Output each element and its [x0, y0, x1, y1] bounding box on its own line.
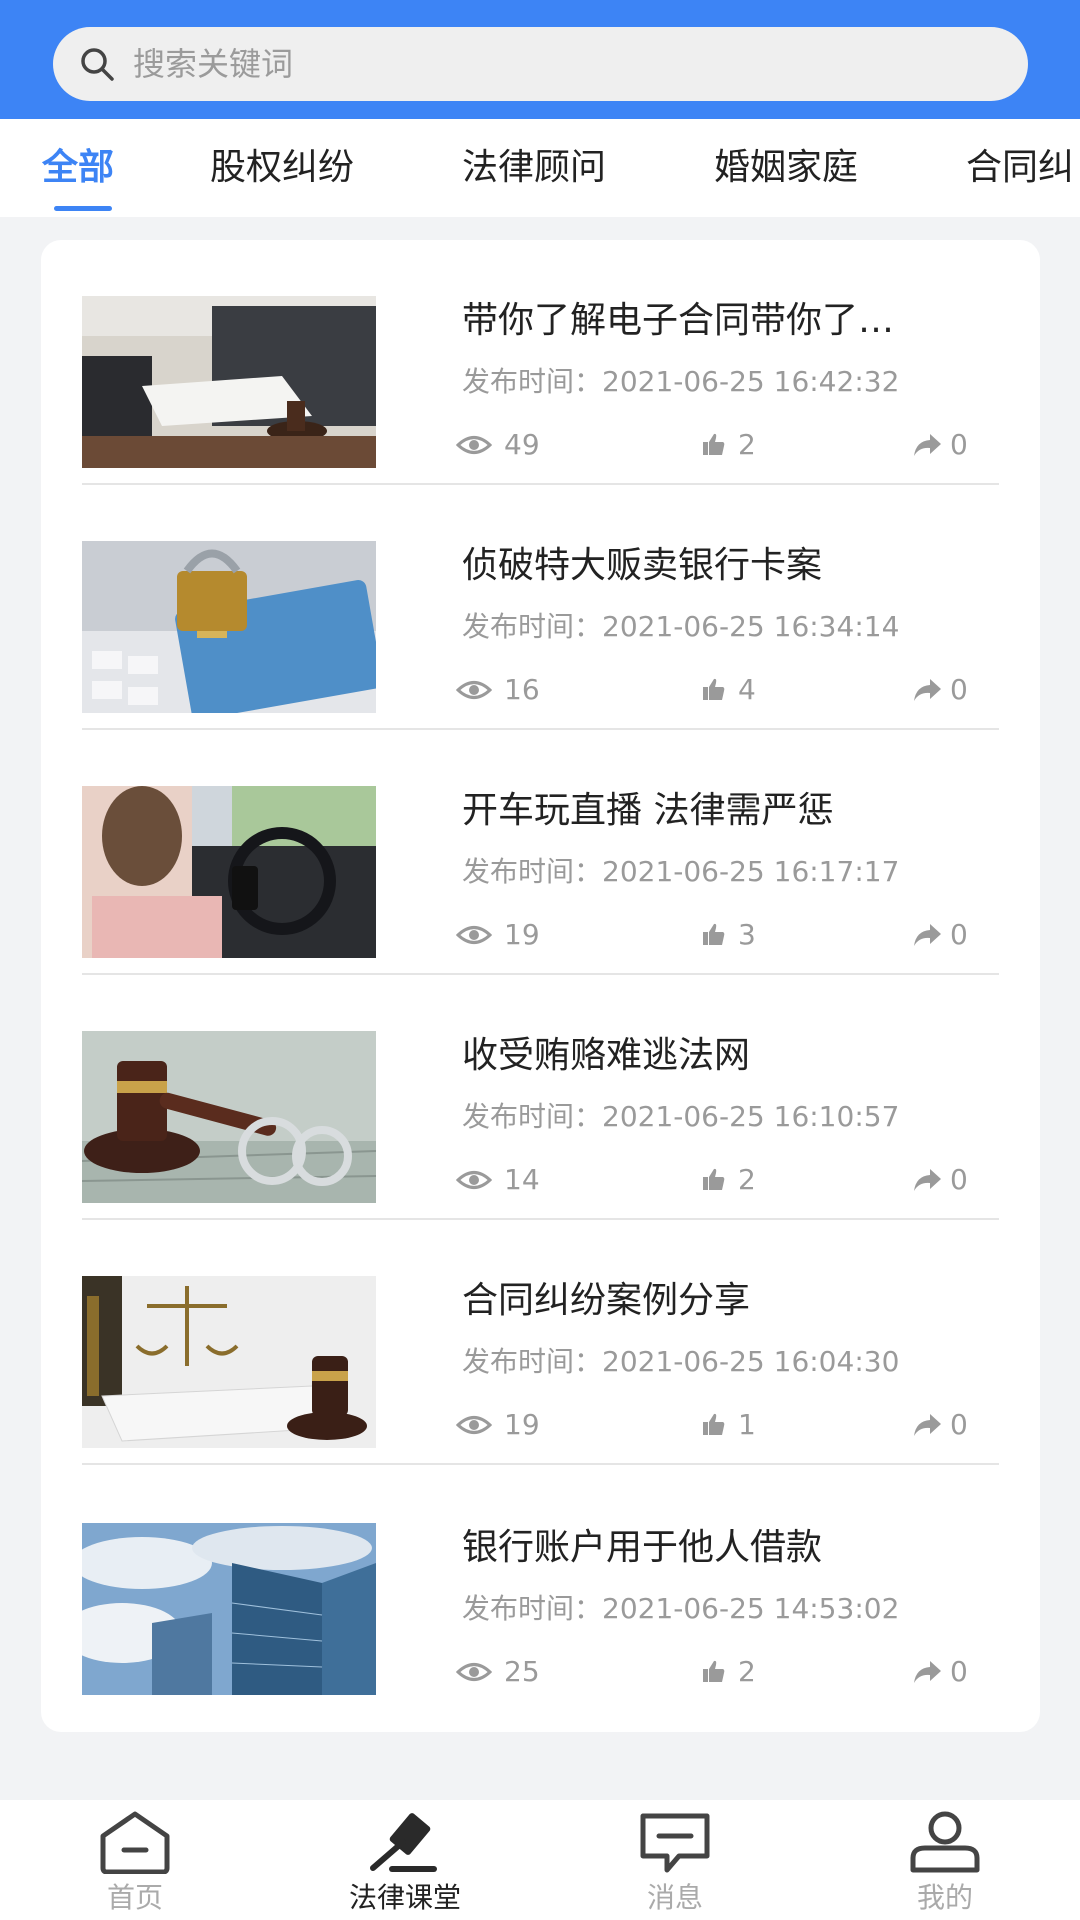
- article-title: 开车玩直播 法律需严惩: [462, 790, 834, 831]
- thumbs-up-icon: [703, 1413, 725, 1435]
- eye-icon: [456, 1171, 492, 1189]
- article-publish-time: 发布时间：2021-06-25 16:34:14: [462, 610, 900, 643]
- article-thumbnail: [82, 1031, 376, 1203]
- list-item[interactable]: 带你了解电子合同带你了… 发布时间：2021-06-25 16:42:32 49…: [82, 240, 999, 485]
- share-icon: [914, 1169, 941, 1191]
- share-icon: [914, 679, 941, 701]
- search-icon: [81, 48, 114, 81]
- top-bar: 搜索关键词: [0, 0, 1080, 119]
- article-thumbnail: [82, 786, 376, 958]
- user-icon: [910, 1811, 980, 1873]
- thumbs-up-icon: [703, 923, 725, 945]
- article-publish-time: 发布时间：2021-06-25 16:42:32: [462, 365, 900, 398]
- thumbs-up-icon: [703, 1168, 725, 1190]
- eye-icon: [456, 926, 492, 944]
- article-publish-time: 发布时间：2021-06-25 14:53:02: [462, 1592, 900, 1625]
- thumbs-up-icon: [703, 1660, 725, 1682]
- nav-home[interactable]: 首页: [0, 1800, 270, 1920]
- eye-icon: [456, 1416, 492, 1434]
- share-icon: [914, 1414, 941, 1436]
- home-icon: [100, 1811, 170, 1874]
- tab-equity-dispute[interactable]: 股权纠纷: [210, 119, 354, 217]
- divider: [82, 1463, 999, 1465]
- article-thumbnail: [82, 296, 376, 468]
- search-input[interactable]: 搜索关键词: [133, 27, 293, 101]
- article-list: 带你了解电子合同带你了… 发布时间：2021-06-25 16:42:32 49…: [41, 240, 1040, 1732]
- list-item[interactable]: 收受贿赂难逃法网 发布时间：2021-06-25 16:10:57 14 2 0: [82, 975, 999, 1220]
- category-tabs: 全部 股权纠纷 法律顾问 婚姻家庭 合同纠: [0, 119, 1080, 217]
- tab-contract-dispute[interactable]: 合同纠: [966, 119, 1074, 217]
- tab-all[interactable]: 全部: [42, 119, 114, 217]
- nav-messages[interactable]: 消息: [540, 1800, 810, 1920]
- nav-mine[interactable]: 我的: [810, 1800, 1080, 1920]
- article-publish-time: 发布时间：2021-06-25 16:10:57: [462, 1100, 900, 1133]
- bottom-nav: 首页 法律课堂 消息 我的: [0, 1800, 1080, 1920]
- article-thumbnail: [82, 1276, 376, 1448]
- list-item[interactable]: 开车玩直播 法律需严惩 发布时间：2021-06-25 16:17:17 19 …: [82, 730, 999, 975]
- article-publish-time: 发布时间：2021-06-25 16:04:30: [462, 1345, 900, 1378]
- article-thumbnail: [82, 1523, 376, 1695]
- thumbs-up-icon: [703, 678, 725, 700]
- active-tab-indicator: [54, 206, 112, 211]
- list-item[interactable]: 合同纠纷案例分享 发布时间：2021-06-25 16:04:30 19 1 0: [82, 1220, 999, 1465]
- article-publish-time: 发布时间：2021-06-25 16:17:17: [462, 855, 900, 888]
- nav-legal-class[interactable]: 法律课堂: [270, 1800, 540, 1920]
- article-title: 收受贿赂难逃法网: [462, 1035, 751, 1076]
- thumbs-up-icon: [703, 433, 725, 455]
- eye-icon: [456, 436, 492, 454]
- list-item[interactable]: 银行账户用于他人借款 发布时间：2021-06-25 14:53:02 25 2…: [82, 1467, 999, 1712]
- share-icon: [914, 1661, 941, 1683]
- eye-icon: [456, 1663, 492, 1681]
- article-title: 银行账户用于他人借款: [462, 1527, 823, 1568]
- search-bar[interactable]: 搜索关键词: [53, 27, 1028, 101]
- message-icon: [640, 1813, 710, 1873]
- share-icon: [914, 924, 941, 946]
- article-thumbnail: [82, 541, 376, 713]
- article-title: 带你了解电子合同带你了…: [462, 300, 895, 341]
- tab-legal-advisor[interactable]: 法律顾问: [462, 119, 606, 217]
- eye-icon: [456, 681, 492, 699]
- list-item[interactable]: 侦破特大贩卖银行卡案 发布时间：2021-06-25 16:34:14 16 4…: [82, 485, 999, 730]
- article-title: 合同纠纷案例分享: [462, 1280, 751, 1321]
- article-title: 侦破特大贩卖银行卡案: [462, 545, 823, 586]
- share-icon: [914, 434, 941, 456]
- gavel-icon: [370, 1813, 437, 1872]
- tab-marriage-family[interactable]: 婚姻家庭: [714, 119, 858, 217]
